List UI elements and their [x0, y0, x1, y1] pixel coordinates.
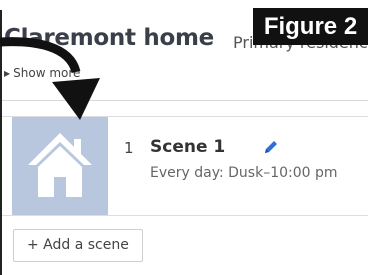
curved-arrow-icon: [0, 37, 100, 120]
add-scene-button[interactable]: + Add a scene: [13, 229, 143, 262]
scene-schedule: Every day: Dusk–10:00 pm: [150, 165, 338, 181]
screenshot-frame: Claremont home Primary residence ▶Show m…: [0, 0, 368, 275]
scene-number: 1: [124, 139, 134, 157]
figure-label: Figure 2: [253, 8, 368, 45]
scene-thumbnail: [12, 117, 108, 215]
scene-row[interactable]: 1 Scene 1 Every day: Dusk–10:00 pm: [2, 116, 368, 216]
house-icon: [28, 133, 92, 197]
scene-name: Scene 1: [150, 137, 226, 157]
pencil-edit-icon[interactable]: [262, 138, 280, 156]
